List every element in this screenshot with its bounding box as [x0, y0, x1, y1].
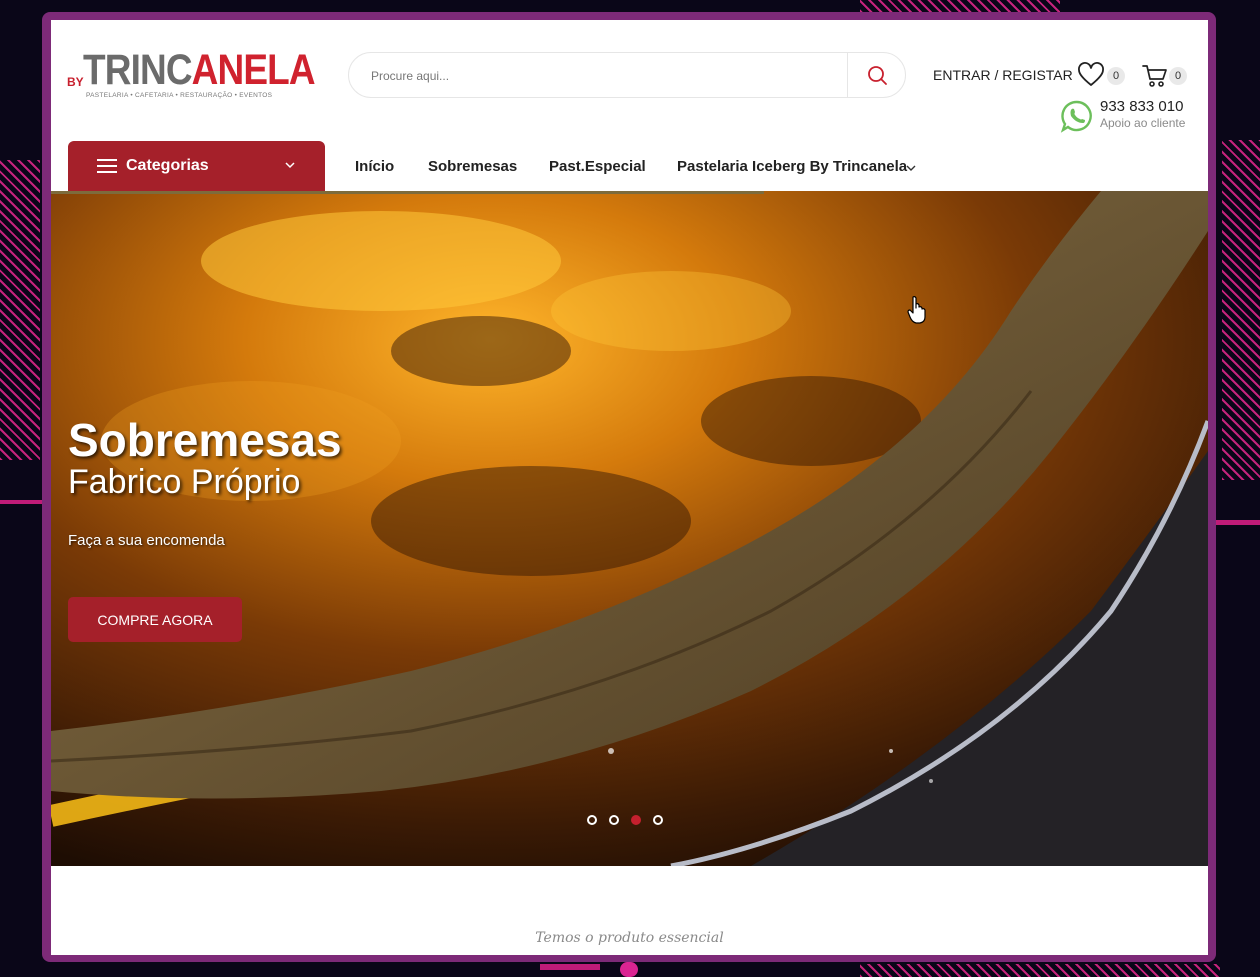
cart-icon — [1142, 65, 1167, 87]
background-line — [540, 964, 600, 970]
shop-now-button[interactable]: COMPRE AGORA — [68, 597, 242, 642]
wishlist-count: 0 — [1107, 67, 1125, 85]
site-logo[interactable]: BY TRINCANELA PASTELARIA • CAFETARIA • R… — [67, 46, 316, 102]
background-stripes — [860, 0, 1060, 12]
search-button[interactable] — [859, 63, 895, 87]
hero-title: Sobremesas — [68, 414, 342, 466]
logo-by: BY — [67, 75, 84, 89]
hero-image — [51, 191, 1208, 866]
heart-icon — [1078, 62, 1104, 86]
cart-count: 0 — [1169, 67, 1187, 85]
wishlist-button[interactable] — [1077, 62, 1105, 93]
menu-icon — [97, 159, 117, 173]
chevron-down-icon — [906, 165, 916, 171]
slide-dot-1[interactable] — [587, 815, 597, 825]
background-stripes — [1222, 140, 1260, 480]
whatsapp-icon — [1060, 100, 1092, 133]
search-bar — [348, 52, 906, 98]
nav-item-sobremesas[interactable]: Sobremesas — [428, 158, 517, 175]
slide-dot-4[interactable] — [653, 815, 663, 825]
categories-menu-button[interactable]: Categorias — [68, 141, 325, 191]
nav-item-inicio[interactable]: Início — [355, 158, 394, 175]
background-stripes — [0, 160, 40, 460]
nav-item-past-especial[interactable]: Past.Especial — [549, 158, 646, 175]
whatsapp-button[interactable] — [1060, 99, 1094, 138]
support-label: Apoio ao cliente — [1100, 116, 1186, 130]
hero-slider[interactable]: Sobremesas Fabrico Próprio Faça a sua en… — [51, 191, 1208, 866]
web-page: BY TRINCANELA PASTELARIA • CAFETARIA • R… — [51, 20, 1208, 955]
hero-description: Faça a sua encomenda — [68, 532, 225, 549]
categories-label: Categorias — [126, 157, 209, 174]
background-line — [1216, 520, 1260, 525]
hero-subtitle: Fabrico Próprio — [68, 463, 301, 501]
hand-cursor-icon — [907, 296, 926, 324]
logo-tagline: PASTELARIA • CAFETARIA • RESTAURAÇÃO • E… — [86, 92, 273, 99]
slide-progress-bar — [51, 191, 764, 194]
chevron-down-icon — [285, 162, 295, 169]
logo-wordmark: TRINCANELA — [83, 44, 316, 96]
logo-word-main: TRINC — [83, 46, 193, 94]
section-tagline: Temos o produto essencial — [535, 930, 724, 946]
slide-dot-2[interactable] — [609, 815, 619, 825]
background-stripes — [860, 964, 1220, 977]
search-divider — [847, 53, 848, 97]
support-phone[interactable]: 933 833 010 — [1100, 98, 1183, 115]
search-icon — [868, 66, 887, 85]
login-register-link[interactable]: ENTRAR / REGISTAR — [933, 67, 1073, 83]
logo-word-accent: ANELA — [191, 46, 316, 94]
search-input[interactable] — [369, 65, 843, 87]
cart-button[interactable] — [1141, 62, 1169, 93]
slide-dot-3[interactable] — [631, 815, 641, 825]
nav-item-pastelaria-iceberg[interactable]: Pastelaria Iceberg By Trincanela — [677, 158, 907, 175]
background-glow — [620, 962, 638, 977]
background-line — [0, 500, 42, 504]
